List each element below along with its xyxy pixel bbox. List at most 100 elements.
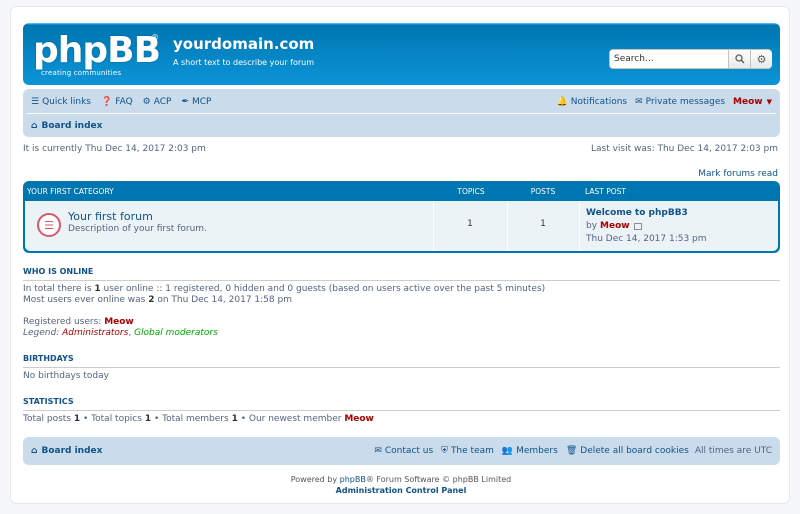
breadcrumb[interactable]: ⌂ Board index — [31, 121, 102, 131]
contact-us-label: Contact us — [384, 446, 434, 456]
last-post-author: by Meow — [586, 221, 642, 231]
delete-cookies-label: Delete all board cookies — [580, 446, 689, 456]
members-label: Members — [516, 446, 558, 456]
mcp-link[interactable]: ✒ MCP — [181, 97, 211, 107]
site-logo[interactable]: phpBB ® creating communities — [33, 31, 161, 79]
logo-tagline: creating communities — [41, 69, 122, 77]
delete-cookies-link[interactable]: 🗑 Delete all board cookies — [566, 446, 689, 456]
site-header: phpBB ® creating communities yourdomain.… — [23, 23, 780, 85]
notifications-link[interactable]: 🔔 Notifications — [557, 97, 628, 107]
acp-link[interactable]: ⚙ ACP — [143, 97, 172, 107]
question-icon: ❓ — [101, 97, 113, 107]
search-box: ⚙ — [609, 49, 772, 69]
nav-divider — [27, 113, 776, 114]
posts-column-header: Posts — [530, 187, 556, 196]
caret-down-icon: ▼ — [766, 98, 772, 106]
legend-label: Legend: — [23, 328, 63, 338]
quick-links-menu[interactable]: ☰ Quick links — [31, 97, 91, 107]
online-text-a: In total there is — [23, 284, 95, 294]
topics-column-header: Topics — [457, 187, 485, 196]
category-title[interactable]: Your first category — [27, 187, 114, 196]
home-icon: ⌂ — [31, 121, 38, 131]
record-text-a: Most users ever online was — [23, 295, 149, 305]
section-divider — [23, 410, 780, 411]
newest-member-link[interactable]: Meow — [344, 414, 374, 424]
cogs-icon: ⚙ — [142, 97, 151, 107]
footer-breadcrumb[interactable]: ⌂ Board index — [31, 446, 102, 456]
shield-icon: ⛨ — [441, 446, 448, 456]
contact-us-link[interactable]: ✉ Contact us — [374, 446, 433, 456]
administration-control-panel-link[interactable]: Administration Control Panel — [11, 486, 791, 495]
online-summary: In total there is 1 user online :: 1 reg… — [23, 284, 545, 294]
phpbb-link[interactable]: phpBB — [340, 475, 366, 484]
powered-by-text-a: Powered by — [290, 475, 340, 484]
members-link[interactable]: 👥 Members — [502, 446, 558, 456]
user-menu[interactable]: Meow ▼ — [733, 97, 772, 107]
mcp-label: MCP — [192, 97, 212, 107]
forum-unread-icon: ☰ — [37, 213, 61, 237]
forum-description: Description of your first forum. — [68, 224, 207, 234]
legend-administrators-link[interactable]: Administrators — [62, 328, 128, 338]
logo-registered-mark: ® — [151, 33, 159, 42]
registered-users: Registered users: Meow — [23, 317, 134, 327]
the-team-link[interactable]: ⛨ The team — [441, 446, 494, 456]
faq-link[interactable]: ❓ FAQ — [101, 97, 133, 107]
search-input[interactable] — [610, 50, 728, 68]
nav-main-row: ☰ Quick links ❓ FAQ ⚙ ACP ✒ MCP 🔔 Notifi… — [31, 95, 772, 109]
footer-nav-bar: ⌂ Board index ✉ Contact us ⛨ The team 👥 … — [23, 437, 780, 465]
column-separator — [579, 201, 580, 251]
legend: Legend: Administrators, Global moderator… — [23, 328, 218, 338]
birthdays-text: No birthdays today — [23, 371, 109, 381]
registered-users-label: Registered users: — [23, 317, 105, 327]
advanced-search-button[interactable]: ⚙ — [750, 50, 772, 68]
category-header: Your first category Topics Posts Last po… — [23, 181, 780, 201]
site-title[interactable]: yourdomain.com — [173, 35, 314, 53]
inbox-icon: ✉ — [635, 97, 643, 107]
acp-label: ACP — [153, 97, 172, 107]
gavel-icon: ✒ — [181, 97, 189, 107]
forum-row: ☰ Your first forum Description of your f… — [25, 201, 778, 251]
the-team-label: The team — [450, 446, 494, 456]
last-post-title-link[interactable]: Welcome to phpBB3 — [586, 208, 688, 218]
footer-links: ✉ Contact us ⛨ The team 👥 Members 🗑 Dele… — [366, 446, 772, 456]
page-wrapper: phpBB ® creating communities yourdomain.… — [10, 6, 790, 504]
search-icon — [734, 54, 745, 64]
last-post-user-link[interactable]: Meow — [600, 221, 630, 231]
newest-member-label: • Our newest member — [237, 414, 345, 424]
powered-by: Powered by phpBB® Forum Software © phpBB… — [11, 475, 791, 484]
private-messages-link[interactable]: ✉ Private messages — [635, 97, 725, 107]
statistics-text: Total posts 1 • Total topics 1 • Total m… — [23, 414, 374, 424]
who-is-online-heading[interactable]: Who is online — [23, 267, 93, 276]
forum-title-link[interactable]: Your first forum — [68, 210, 153, 223]
powered-by-text-b: ® Forum Software © phpBB Limited — [365, 475, 512, 484]
envelope-icon: ✉ — [374, 446, 382, 456]
bell-icon: 🔔 — [556, 97, 568, 107]
last-post-column-header: Last post — [585, 187, 626, 196]
record-text-b: on Thu Dec 14, 2017 1:58 pm — [154, 295, 292, 305]
forum-posts-count: 1 — [540, 219, 546, 229]
registered-user-link[interactable]: Meow — [104, 317, 134, 327]
view-latest-post-icon[interactable] — [633, 222, 642, 230]
current-time: It is currently Thu Dec 14, 2017 2:03 pm — [23, 144, 206, 154]
site-description: A short text to describe your forum — [173, 58, 315, 67]
last-post-by-label: by — [586, 221, 598, 231]
nav-bar: ☰ Quick links ❓ FAQ ⚙ ACP ✒ MCP 🔔 Notifi… — [23, 89, 780, 137]
quick-links-label: Quick links — [42, 97, 91, 107]
private-messages-label: Private messages — [645, 97, 726, 107]
forum-topics-count: 1 — [467, 219, 473, 229]
board-index-link[interactable]: Board index — [41, 121, 102, 131]
username-label: Meow — [733, 97, 763, 107]
last-visit: Last visit was: Thu Dec 14, 2017 2:03 pm — [590, 144, 778, 154]
gear-icon: ⚙ — [756, 52, 767, 66]
total-members-label: • Total members — [151, 414, 232, 424]
legend-global-moderators-link[interactable]: Global moderators — [134, 328, 218, 338]
category-box: Your first category Topics Posts Last po… — [23, 181, 780, 253]
mark-forums-read-link[interactable]: Mark forums read — [698, 169, 778, 179]
search-button[interactable] — [728, 50, 750, 68]
last-post-date: Thu Dec 14, 2017 1:53 pm — [586, 234, 707, 244]
trash-icon: 🗑 — [565, 446, 578, 456]
hamburger-icon: ☰ — [31, 97, 40, 107]
footer-board-index-link[interactable]: Board index — [41, 446, 102, 456]
online-text-b: user online :: 1 registered, 0 hidden an… — [100, 284, 546, 294]
online-record: Most users ever online was 2 on Thu Dec … — [23, 295, 292, 305]
